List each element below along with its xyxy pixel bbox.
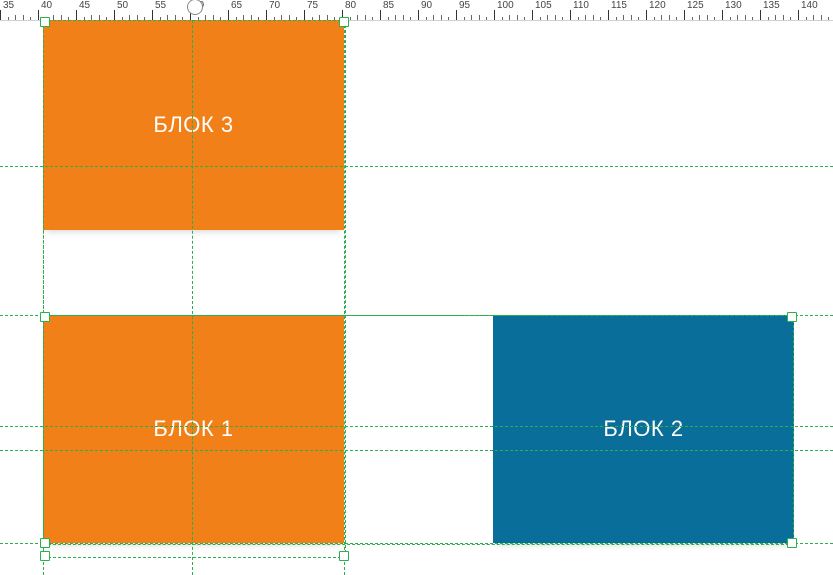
ruler-tick-label: 135 xyxy=(763,1,780,11)
block-3[interactable]: БЛОК 3 xyxy=(43,20,344,230)
ruler-tick-label: 90 xyxy=(421,1,432,11)
vertical-guide[interactable] xyxy=(43,20,44,575)
horizontal-guide[interactable] xyxy=(0,166,833,167)
ruler-tick-label: 130 xyxy=(725,1,742,11)
ruler-tick-label: 100 xyxy=(497,1,514,11)
vertical-guide[interactable] xyxy=(192,20,193,575)
ruler-tick-label: 55 xyxy=(155,1,166,11)
ruler-tick-label: 140 xyxy=(801,1,818,11)
horizontal-guide[interactable] xyxy=(0,426,833,427)
resize-handle[interactable] xyxy=(40,538,50,548)
resize-handle[interactable] xyxy=(787,312,797,322)
ruler-tick-label: 95 xyxy=(459,1,470,11)
block-2[interactable]: БЛОК 2 xyxy=(493,315,794,543)
ruler-tick-label: 40 xyxy=(41,1,52,11)
horizontal-guide[interactable] xyxy=(0,450,833,451)
horizontal-guide[interactable] xyxy=(0,315,833,316)
ruler-tick-label: 115 xyxy=(611,1,627,11)
ruler-tick-label: 105 xyxy=(535,1,552,11)
block-2-label: БЛОК 2 xyxy=(603,416,683,442)
ruler-tick-label: 35 xyxy=(3,1,14,11)
block-1[interactable]: БЛОК 1 xyxy=(43,315,344,543)
vertical-guide[interactable] xyxy=(344,20,345,575)
ruler-tick-label: 85 xyxy=(383,1,394,11)
ruler-tick-label: 125 xyxy=(687,1,704,11)
horizontal-ruler[interactable]: 35 40 45 50 55 60 65 70 75 80 85 90 95 100 105 110 115 12… xyxy=(0,0,833,21)
ruler-tick-label: 80 xyxy=(345,1,356,11)
ruler-tick-label: 45 xyxy=(79,1,90,11)
ruler-tick-label: 120 xyxy=(649,1,666,11)
ruler-tick-label: 110 xyxy=(573,1,589,11)
ruler-tick-label: 60 xyxy=(193,1,204,11)
ruler-tick-label: 50 xyxy=(117,1,128,11)
resize-handle[interactable] xyxy=(339,17,349,27)
ruler-tick-label: 75 xyxy=(307,1,318,11)
design-canvas[interactable]: БЛОК 3 БЛОК 1 БЛОК 2 xyxy=(0,20,833,575)
ruler-tick-label: 70 xyxy=(269,1,280,11)
ruler-tick-label: 65 xyxy=(231,1,242,11)
horizontal-guide[interactable] xyxy=(0,543,833,544)
block-3-label: БЛОК 3 xyxy=(153,112,233,138)
block-1-label: БЛОК 1 xyxy=(153,416,233,442)
resize-handle[interactable] xyxy=(40,17,50,27)
resize-handle[interactable] xyxy=(787,538,797,548)
resize-handle[interactable] xyxy=(40,312,50,322)
resize-handle[interactable] xyxy=(40,551,50,561)
resize-handle[interactable] xyxy=(339,551,349,561)
